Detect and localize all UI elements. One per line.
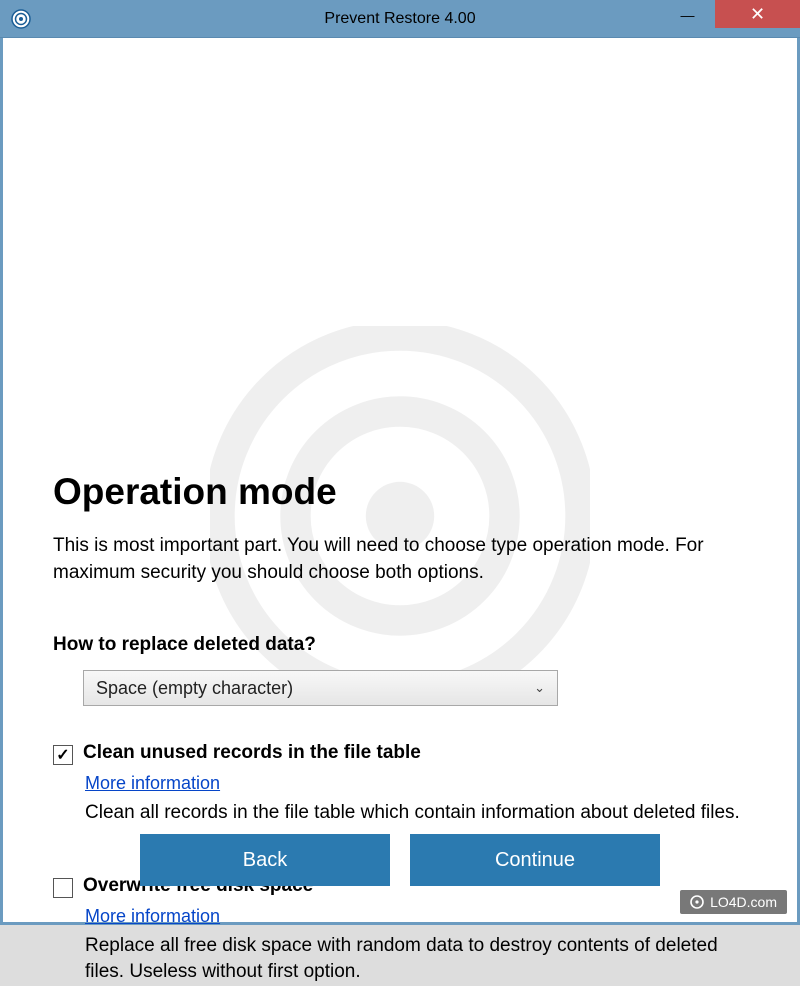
back-button[interactable]: Back	[140, 834, 390, 886]
page-intro: This is most important part. You will ne…	[53, 533, 747, 586]
continue-button[interactable]: Continue	[410, 834, 660, 886]
overwrite-free-more-link[interactable]: More information	[85, 906, 747, 927]
clean-records-checkbox[interactable]: ✓	[53, 745, 73, 765]
replace-question-label: How to replace deleted data?	[53, 634, 747, 656]
caption-buttons: — ✕	[660, 0, 800, 37]
minimize-button[interactable]: —	[660, 0, 715, 30]
clean-records-desc: Clean all records in the file table whic…	[85, 800, 747, 827]
clean-records-label: Clean unused records in the file table	[83, 742, 421, 764]
lo4d-watermark: LO4D.com	[680, 890, 787, 914]
page-heading: Operation mode	[53, 471, 747, 513]
close-button[interactable]: ✕	[715, 0, 800, 28]
titlebar[interactable]: Prevent Restore 4.00 — ✕	[0, 0, 800, 38]
overwrite-free-desc: Replace all free disk space with random …	[85, 933, 747, 986]
clean-records-more-link[interactable]: More information	[85, 773, 747, 794]
dropdown-value: Space (empty character)	[96, 678, 293, 699]
window-content: Operation mode This is most important pa…	[0, 38, 800, 925]
lo4d-text: LO4D.com	[710, 894, 777, 910]
app-icon	[10, 8, 32, 30]
replace-method-dropdown[interactable]: Space (empty character) ⌄	[83, 670, 558, 706]
chevron-down-icon: ⌄	[534, 680, 545, 696]
wizard-panel: Operation mode This is most important pa…	[11, 46, 789, 914]
button-row: Back Continue	[11, 834, 789, 886]
app-window: Prevent Restore 4.00 — ✕ Operation mode …	[0, 0, 800, 925]
option-clean-records: ✓ Clean unused records in the file table	[53, 742, 747, 765]
